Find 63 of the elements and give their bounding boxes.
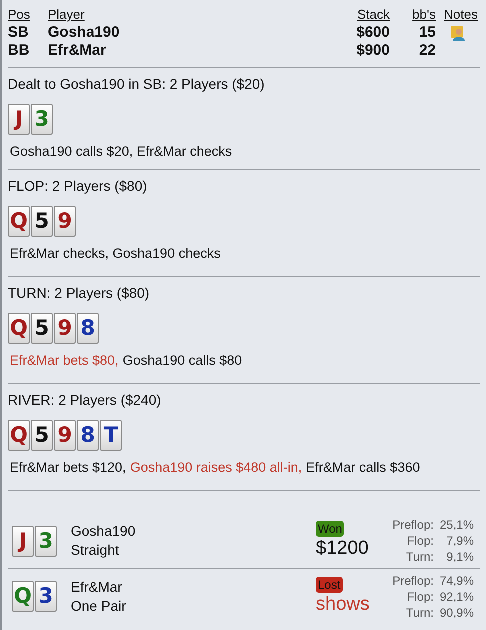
user-note-icon[interactable] bbox=[450, 25, 466, 41]
equity-label: Flop: bbox=[406, 588, 434, 604]
playing-card: 3 bbox=[35, 581, 57, 612]
table-cell-text: SB bbox=[8, 24, 30, 42]
player-name: Efr&Mar bbox=[71, 578, 124, 596]
street-heading: FLOP: 2 Players ($80) bbox=[8, 177, 148, 195]
playing-card: 9 bbox=[54, 313, 76, 344]
street-heading: Dealt to Gosha190 in SB: 2 Players ($20) bbox=[8, 75, 266, 93]
column-header[interactable]: Stack bbox=[330, 6, 390, 24]
action-text: Efr&Mar calls $360 bbox=[306, 459, 420, 477]
hand-rank: One Pair bbox=[71, 596, 128, 616]
equity-label: Turn: bbox=[405, 604, 434, 620]
action-text: Gosha190 calls $20, Efr&Mar checks bbox=[10, 143, 232, 161]
equity-label: Turn: bbox=[405, 549, 434, 565]
equity-value: 74,9% bbox=[440, 572, 474, 588]
column-header[interactable]: Player bbox=[48, 6, 330, 24]
equity-label: Preflop: bbox=[392, 572, 434, 588]
player-name: Gosha190 bbox=[71, 522, 137, 541]
table-cell-text: BB bbox=[8, 42, 31, 60]
equity-value: 9,1% bbox=[446, 549, 474, 565]
playing-card: J bbox=[8, 104, 30, 135]
outcome-badge: Won bbox=[316, 521, 344, 537]
playing-card: 5 bbox=[31, 420, 53, 451]
equity-value: 92,1% bbox=[440, 588, 474, 604]
playing-card: 8 bbox=[77, 313, 99, 344]
playing-card: J bbox=[12, 526, 34, 556]
playing-card: 5 bbox=[31, 313, 53, 344]
playing-card: 3 bbox=[35, 526, 57, 556]
outcome-badge: Lost bbox=[316, 576, 343, 592]
playing-card: Q bbox=[12, 581, 34, 612]
table-cell-text: Gosha190 bbox=[48, 24, 121, 42]
street-heading: TURN: 2 Players ($80) bbox=[8, 284, 151, 302]
equity-value: 90,9% bbox=[440, 604, 474, 620]
pot-amount: $1200 bbox=[316, 537, 369, 561]
playing-card: Q bbox=[8, 420, 30, 451]
column-header[interactable]: Notes bbox=[436, 6, 480, 24]
playing-card: 8 bbox=[77, 420, 99, 451]
equity-value: 7,9% bbox=[446, 533, 474, 549]
action-text: Efr&Mar bets $80, bbox=[10, 352, 119, 370]
column-header[interactable]: bb's bbox=[390, 6, 436, 24]
playing-card: 5 bbox=[31, 206, 53, 237]
column-header[interactable]: Pos bbox=[8, 6, 48, 24]
table-cell-text: $600 bbox=[356, 24, 390, 42]
playing-card: T bbox=[100, 420, 122, 451]
action-text: Efr&Mar checks, Gosha190 checks bbox=[10, 245, 221, 263]
action-text: Gosha190 raises $480 all-in, bbox=[130, 459, 302, 477]
table-cell-text: Efr&Mar bbox=[48, 42, 108, 60]
playing-card: Q bbox=[8, 313, 30, 344]
equity-label: Flop: bbox=[406, 533, 434, 549]
pot-amount: shows bbox=[316, 592, 370, 616]
action-text: Gosha190 calls $80 bbox=[122, 352, 242, 370]
table-cell-text: 15 bbox=[418, 24, 436, 42]
street-heading: RIVER: 2 Players ($240) bbox=[8, 391, 162, 409]
action-text: Efr&Mar bets $120, bbox=[10, 459, 126, 477]
table-cell-text: 22 bbox=[418, 42, 436, 60]
table-cell-text: $900 bbox=[356, 42, 390, 60]
playing-card: Q bbox=[8, 206, 30, 237]
playing-card: 9 bbox=[54, 420, 76, 451]
hand-rank: Straight bbox=[71, 541, 120, 560]
playing-card: 9 bbox=[54, 206, 76, 237]
equity-value: 25,1% bbox=[440, 517, 474, 533]
playing-card: 3 bbox=[31, 104, 53, 135]
equity-label: Preflop: bbox=[392, 517, 434, 533]
